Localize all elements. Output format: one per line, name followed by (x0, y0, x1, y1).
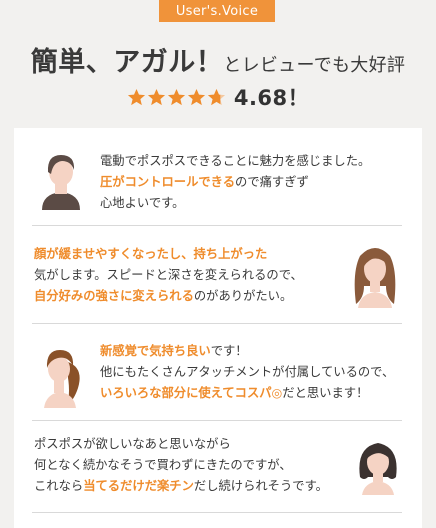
review-phrase: のがありがたい。 (193, 289, 293, 303)
review-line: 顔が緩ませやすくなったし、持ち上がった (34, 244, 303, 265)
review-phrase: 他にもたくさんアタッチメントが付属しているので、 (100, 365, 395, 379)
star-icon (167, 88, 185, 105)
review-line: 気がします。スピードと深さを変えられるので、 (34, 265, 303, 286)
bob-hair-woman-icon (359, 443, 397, 495)
rating-row: 4.68！ (0, 82, 436, 112)
review-phrase: 心地よいです。 (100, 196, 185, 210)
review-highlight: 当てるだけだ楽チン (83, 479, 194, 493)
review-line: これなら当てるだけだ楽チンだし続けられそうです。 (34, 476, 328, 497)
review-item: 電動でポスポスできることに魅力を感じました。 圧がコントロールできるので痛すぎず… (32, 128, 402, 226)
review-phrase: だと思います！ (282, 386, 369, 400)
review-line: 新感覚で気持ち良いです！ (100, 341, 394, 362)
review-highlight: 自分好みの強さに変えられる (34, 289, 194, 303)
reviews-card: 電動でポスポスできることに魅力を感じました。 圧がコントロールできるので痛すぎず… (14, 128, 422, 528)
review-highlight: いろいろな部分に使えてコスパ◎ (100, 386, 283, 400)
review-line: 自分好みの強さに変えられるのがありがたい。 (34, 286, 303, 307)
review-text: ポスポスが欲しいなあと思いながら 何となく続かなそうで買わずにきたのですが、 こ… (34, 434, 328, 497)
users-voice-badge: User's.Voice (159, 0, 275, 22)
review-highlight: 新感覚で気持ち良い (100, 344, 211, 358)
review-line: 圧がコントロールできるので痛すぎず (100, 172, 370, 193)
headline-sub: とレビューでも大好評 (223, 55, 406, 76)
review-text: 顔が緩ませやすくなったし、持ち上がった 気がします。スピードと深さを変えられるの… (34, 244, 303, 307)
review-phrase: です！ (210, 344, 248, 358)
ponytail-woman-icon (44, 350, 80, 408)
star-icon (147, 88, 165, 105)
short-hair-person-icon (42, 155, 80, 210)
review-line: 他にもたくさんアタッチメントが付属しているので、 (100, 362, 394, 383)
rating-score: 4.68！ (233, 86, 310, 110)
partial-star-icon (207, 88, 225, 105)
review-phrase: これなら (34, 479, 84, 493)
review-phrase: ので痛すぎず (235, 175, 309, 189)
review-highlight: 圧がコントロールできる (100, 175, 236, 189)
star-rating (127, 88, 226, 107)
review-phrase: だし続けられそうです。 (193, 479, 328, 493)
review-phrase: 何となく続かなそうで買わずにきたのですが、 (34, 458, 292, 472)
review-line: 電動でポスポスできることに魅力を感じました。 (100, 151, 370, 172)
review-line: ポスポスが欲しいなあと思いながら (34, 434, 328, 455)
review-line: 何となく続かなそうで買わずにきたのですが、 (34, 455, 328, 476)
headline-main: 簡単、アガル！ (30, 47, 224, 78)
review-phrase: 気がします。スピードと深さを変えられるので、 (34, 268, 303, 282)
review-highlight: 顔が緩ませやすくなったし、持ち上がった (34, 247, 268, 261)
review-text: 電動でポスポスできることに魅力を感じました。 圧がコントロールできるので痛すぎず… (100, 151, 370, 214)
review-item: ポスポスが欲しいなあと思いながら 何となく続かなそうで買わずにきたのですが、 こ… (32, 421, 402, 513)
review-item: 顔が緩ませやすくなったし、持ち上がった 気がします。スピードと深さを変えられるの… (32, 226, 402, 324)
review-item: 新感覚で気持ち良いです！ 他にもたくさんアタッチメントが付属しているので、 いろ… (32, 324, 402, 421)
review-text: 新感覚で気持ち良いです！ 他にもたくさんアタッチメントが付属しているので、 いろ… (100, 341, 394, 404)
review-line: いろいろな部分に使えてコスパ◎だと思います！ (100, 383, 394, 404)
review-phrase: 電動でポスポスできることに魅力を感じました。 (100, 154, 371, 168)
review-phrase: ポスポスが欲しいなあと思いながら (34, 437, 231, 451)
star-icon (127, 88, 145, 105)
star-icon (187, 88, 205, 105)
page-headline: 簡単、アガル！とレビューでも大好評 (0, 40, 436, 79)
long-hair-woman-icon (354, 248, 396, 308)
review-line: 心地よいです。 (100, 193, 370, 214)
